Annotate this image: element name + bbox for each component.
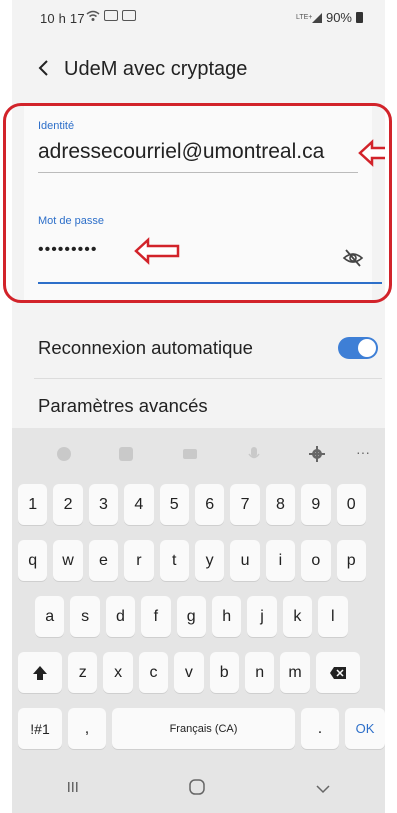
key-e[interactable]: e (88, 540, 119, 581)
auto-reconnect-label: Reconnexion automatique (38, 337, 253, 358)
chevron-down-icon (316, 784, 330, 793)
key-s[interactable]: s (70, 596, 100, 637)
keyboard-row-bottom: !#1 , Français (CA) . OK (18, 708, 385, 749)
key-j[interactable]: j (247, 596, 277, 637)
key-2[interactable]: 2 (53, 484, 83, 525)
key-g[interactable]: g (176, 596, 206, 637)
comma-key[interactable]: , (68, 708, 106, 749)
key-4[interactable]: 4 (124, 484, 154, 525)
page-title: UdeM avec cryptage (64, 58, 248, 80)
settings-gear-icon[interactable] (309, 446, 325, 462)
emoji-icon[interactable] (56, 446, 72, 462)
key-t[interactable]: t (159, 540, 189, 581)
keyboard-toolbar: ··· (12, 428, 385, 476)
shift-key[interactable] (18, 652, 62, 693)
wifi-icon (86, 10, 100, 22)
key-n[interactable]: n (244, 652, 275, 693)
key-d[interactable]: d (105, 596, 136, 637)
key-x[interactable]: x (103, 652, 133, 693)
chevron-left-icon (38, 60, 48, 76)
key-a[interactable]: a (35, 596, 65, 637)
key-l[interactable]: l (318, 596, 348, 637)
advanced-settings-item[interactable]: Paramètres avancés (38, 395, 378, 417)
shift-arrow-icon (33, 665, 47, 680)
app-header: UdeM avec cryptage (12, 44, 385, 94)
home-button[interactable] (188, 778, 206, 801)
battery-percent: 90% (325, 10, 352, 25)
key-p[interactable]: p (336, 540, 366, 581)
ok-key[interactable]: OK (345, 708, 385, 749)
microphone-icon[interactable] (246, 446, 262, 462)
signal-icon (311, 12, 322, 23)
key-v[interactable]: v (174, 652, 204, 693)
key-h[interactable]: h (211, 596, 242, 637)
back-nav-button[interactable] (315, 781, 331, 799)
keyboard: ··· 1 2 3 4 5 6 7 8 9 0 q w e r t y u i … (12, 428, 385, 813)
gif-icon[interactable] (182, 446, 198, 462)
lte-indicator: LTE+ (295, 14, 313, 21)
toggle-knob (358, 339, 376, 357)
gallery-notification-icon (104, 10, 118, 21)
home-icon (189, 779, 206, 795)
key-0[interactable]: 0 (336, 484, 366, 525)
key-8[interactable]: 8 (265, 484, 296, 525)
key-m[interactable]: m (280, 652, 310, 693)
status-system-icons: LTE+ 90% (296, 10, 363, 25)
period-key[interactable]: . (301, 708, 339, 749)
symbols-key[interactable]: !#1 (18, 708, 62, 749)
key-u[interactable]: u (230, 540, 260, 581)
key-y[interactable]: y (194, 540, 225, 581)
key-6[interactable]: 6 (194, 484, 225, 525)
auto-reconnect-toggle[interactable] (338, 337, 378, 359)
status-time: 10 h 17 (40, 11, 85, 26)
key-i[interactable]: i (265, 540, 296, 581)
space-key[interactable]: Français (CA) (112, 708, 295, 749)
status-notification-icons (86, 10, 136, 22)
key-b[interactable]: b (209, 652, 239, 693)
annotation-highlight-box (3, 103, 392, 303)
mail-notification-icon (122, 10, 136, 21)
recent-apps-button[interactable] (66, 780, 80, 799)
key-q[interactable]: q (18, 540, 48, 581)
keyboard-row-numbers: 1 2 3 4 5 6 7 8 9 0 (18, 484, 366, 525)
key-c[interactable]: c (138, 652, 169, 693)
key-7[interactable]: 7 (230, 484, 260, 525)
key-r[interactable]: r (124, 540, 154, 581)
key-z[interactable]: z (68, 652, 98, 693)
key-3[interactable]: 3 (88, 484, 119, 525)
keyboard-row-1: q w e r t y u i o p (18, 540, 366, 581)
sticker-icon[interactable] (118, 446, 134, 462)
settings-divider (34, 378, 382, 379)
recent-apps-icon (68, 782, 78, 792)
key-w[interactable]: w (53, 540, 83, 581)
backspace-key[interactable] (315, 652, 360, 693)
key-1[interactable]: 1 (18, 484, 48, 525)
more-options-icon[interactable]: ··· (356, 444, 370, 460)
key-o[interactable]: o (301, 540, 331, 581)
key-5[interactable]: 5 (159, 484, 189, 525)
status-bar: 10 h 17 LTE+ 90% (12, 0, 385, 36)
key-9[interactable]: 9 (301, 484, 331, 525)
key-k[interactable]: k (282, 596, 313, 637)
battery-icon (356, 12, 363, 23)
keyboard-row-2: a s d f g h j k l (35, 596, 348, 637)
key-f[interactable]: f (141, 596, 171, 637)
keyboard-row-3: z x c v b n m (18, 652, 360, 693)
backspace-icon (329, 666, 346, 679)
system-navigation-bar (12, 766, 385, 813)
back-button[interactable] (36, 56, 54, 80)
